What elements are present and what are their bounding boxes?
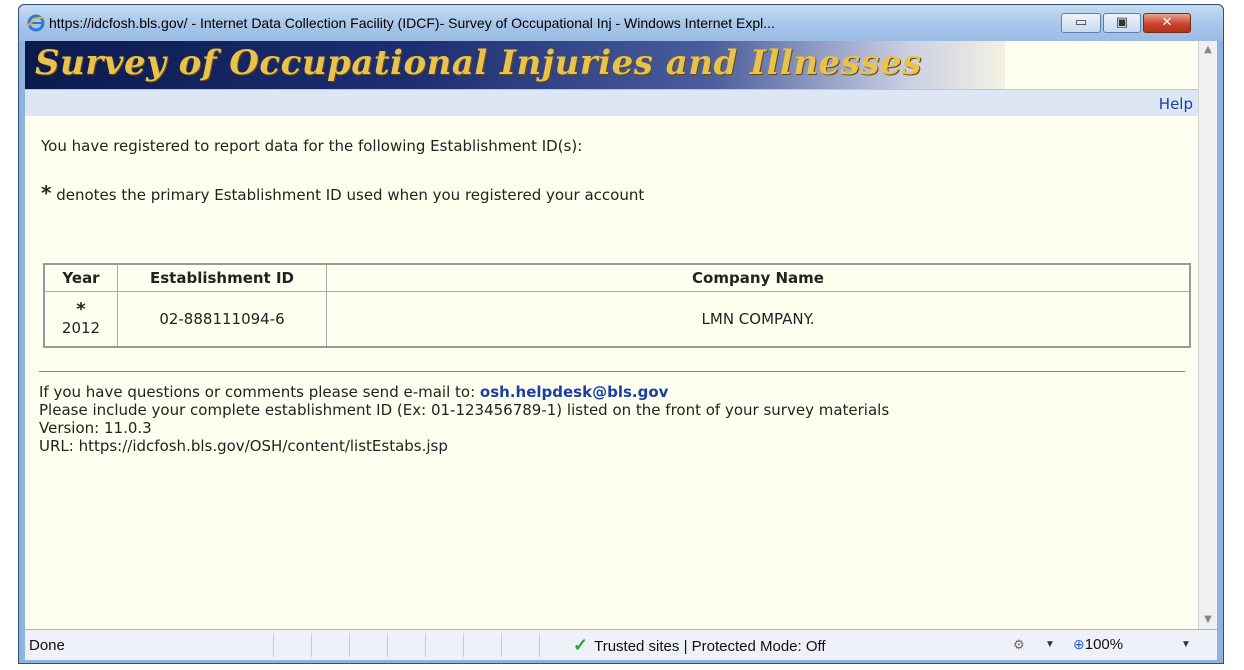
primary-note-text: denotes the primary Establishment ID use… [51, 186, 645, 204]
scroll-down-icon[interactable]: ▼ [1199, 611, 1217, 629]
close-icon: ✕ [1161, 15, 1173, 30]
status-separator [463, 633, 464, 657]
window-title: https://idcfosh.bls.gov/ - Internet Data… [49, 15, 775, 31]
zoom-control[interactable]: ⊕100% [1073, 636, 1123, 653]
section-divider [39, 371, 1185, 372]
minimize-button[interactable]: ▭ [1061, 13, 1101, 33]
ie-logo-icon [27, 14, 45, 32]
vertical-scrollbar[interactable]: ▲ ▼ [1198, 41, 1217, 629]
zone-text: Trusted sites | Protected Mode: Off [594, 638, 826, 655]
status-separator [501, 633, 502, 657]
cell-year: * 2012 [43, 291, 118, 348]
table-row[interactable]: * 2012 02-888111094-6 LMN COMPANY. [43, 291, 1191, 348]
header-establishment-id: Establishment ID [117, 263, 327, 292]
header-year: Year [43, 263, 118, 292]
trusted-check-icon: ✓ [573, 635, 589, 655]
version-text: Version: 11.0.3 [39, 419, 152, 437]
zoom-icon: ⊕ [1073, 636, 1085, 652]
cell-company-name: LMN COMPANY. [326, 291, 1191, 348]
status-separator [539, 633, 540, 657]
establishment-table: Year Establishment ID Company Name * 201… [43, 263, 1191, 348]
header-company-name: Company Name [326, 263, 1191, 292]
status-separator [349, 633, 350, 657]
status-separator [311, 633, 312, 657]
maximize-button[interactable]: ▣ [1103, 13, 1141, 33]
banner-title: Survey of Occupational Injuries and Illn… [35, 43, 922, 83]
minimize-icon: ▭ [1074, 15, 1088, 30]
close-button[interactable]: ✕ [1143, 13, 1191, 33]
cell-establishment-id: 02-888111094-6 [117, 291, 327, 348]
status-separator [425, 633, 426, 657]
table-header-row: Year Establishment ID Company Name [43, 263, 1191, 292]
contact-prefix: If you have questions or comments please… [39, 383, 480, 401]
chevron-down-icon[interactable]: ▼ [1181, 639, 1191, 650]
maximize-icon: ▣ [1115, 15, 1129, 30]
page-content: Survey of Occupational Injuries and Illn… [25, 41, 1217, 629]
contact-line: If you have questions or comments please… [39, 383, 1189, 401]
help-bar: Help [25, 89, 1199, 116]
browser-window: https://idcfosh.bls.gov/ - Internet Data… [18, 4, 1224, 664]
helpdesk-email-link[interactable]: osh.helpdesk@bls.gov [480, 383, 668, 401]
include-note: Please include your complete establishme… [39, 401, 890, 419]
help-link[interactable]: Help [1159, 95, 1193, 113]
status-text: Done [29, 637, 65, 654]
survey-banner: Survey of Occupational Injuries and Illn… [25, 41, 1005, 89]
status-bar: Done ✓ Trusted sites | Protected Mode: Of… [25, 629, 1217, 660]
zoom-value: 100% [1084, 636, 1124, 653]
chevron-down-icon[interactable]: ▼ [1045, 639, 1055, 650]
protected-mode-icon[interactable]: ⚙ [1013, 637, 1025, 653]
url-text: URL: https://idcfosh.bls.gov/OSH/content… [39, 437, 448, 455]
intro-text: You have registered to report data for t… [41, 137, 583, 155]
primary-note: * denotes the primary Establishment ID u… [41, 181, 644, 205]
scroll-up-icon[interactable]: ▲ [1199, 41, 1217, 59]
footer-info: If you have questions or comments please… [39, 383, 1189, 455]
status-separator [273, 633, 274, 657]
title-bar[interactable]: https://idcfosh.bls.gov/ - Internet Data… [19, 5, 1223, 41]
status-separator [387, 633, 388, 657]
year-value: 2012 [61, 319, 101, 337]
primary-star: * [76, 299, 86, 320]
primary-star: * [41, 181, 52, 205]
security-zone[interactable]: ✓ Trusted sites | Protected Mode: Off [573, 635, 826, 656]
